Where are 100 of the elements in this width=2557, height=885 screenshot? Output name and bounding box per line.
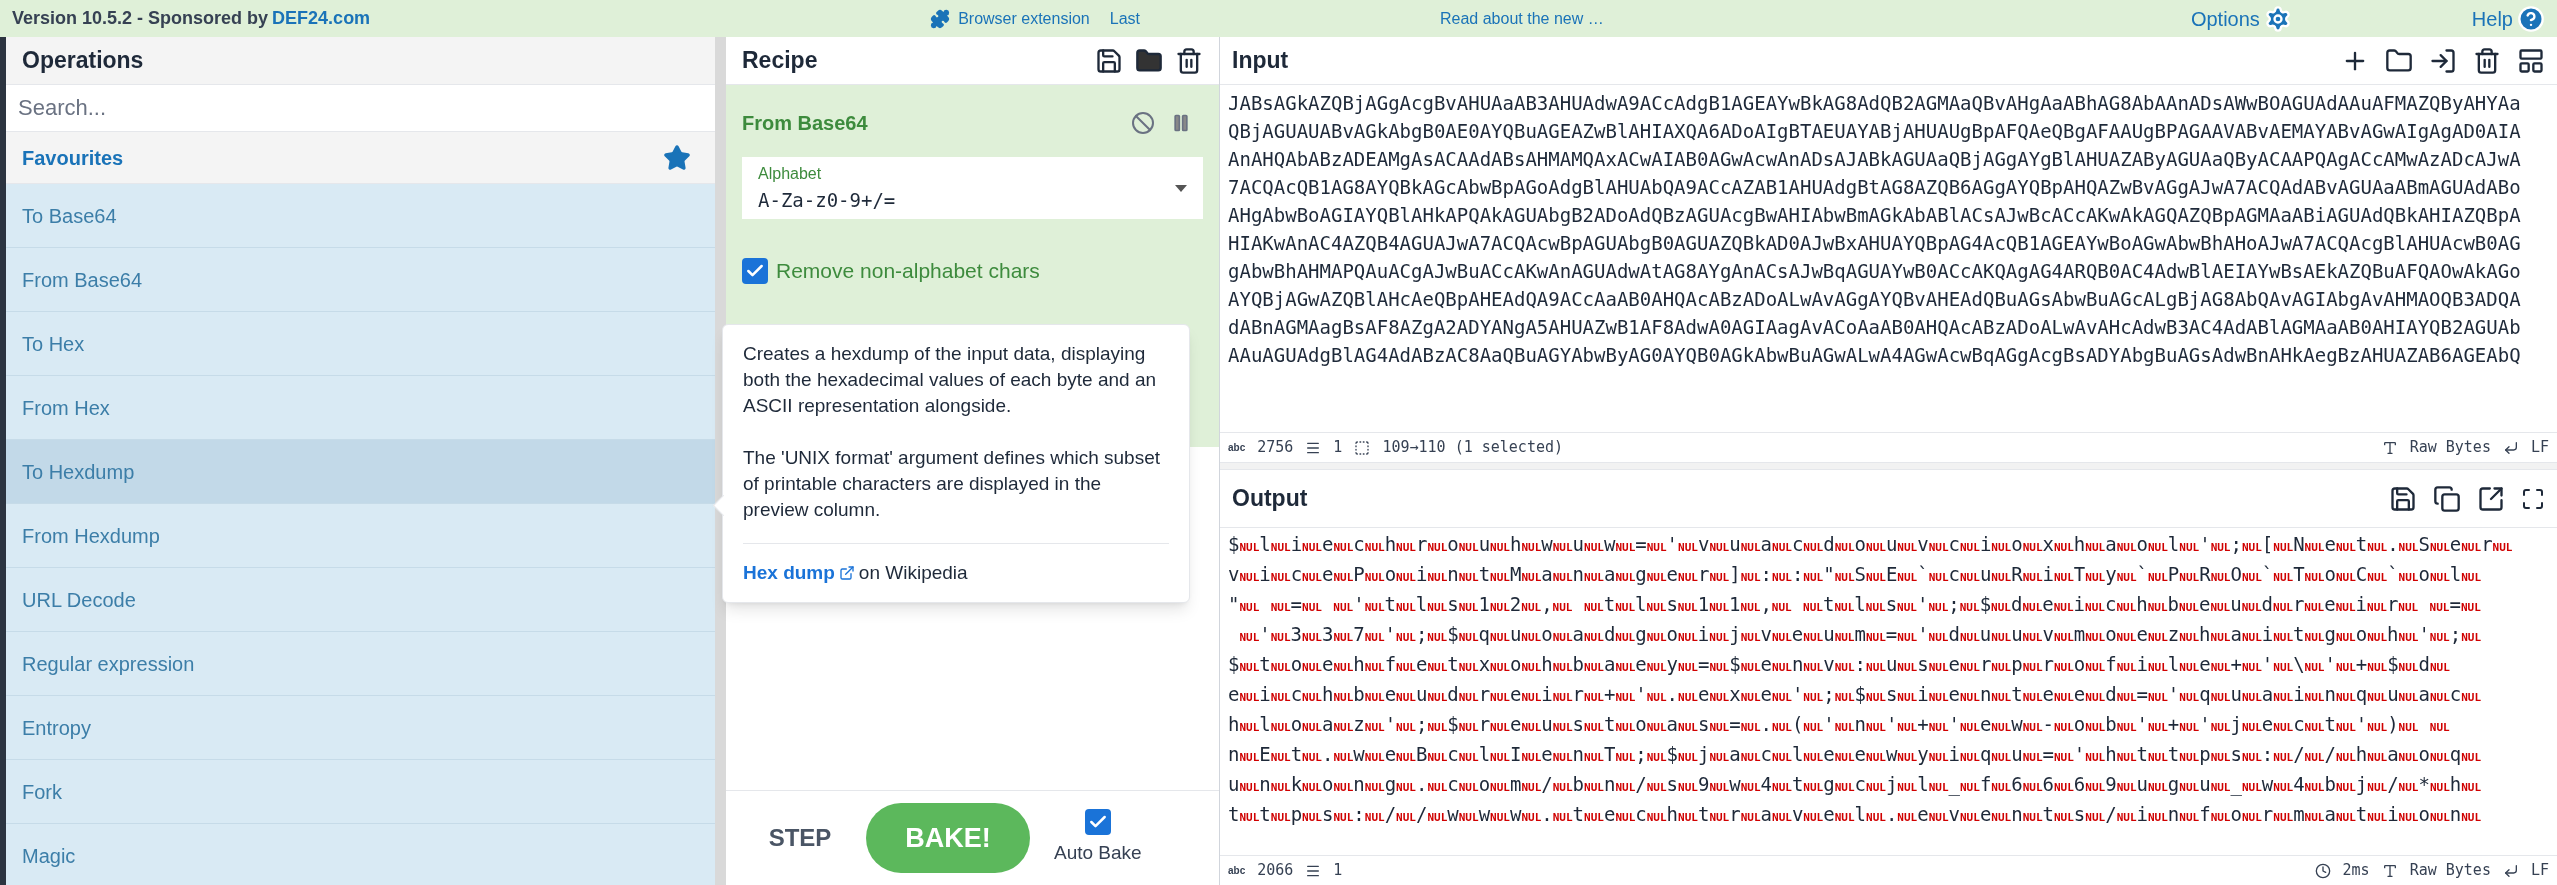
operation-item[interactable]: Regular expression [6,632,715,696]
operation-item[interactable]: Entropy [6,696,715,760]
text-format-icon[interactable] [2381,439,2398,456]
operation-item[interactable]: Fork [6,760,715,824]
null-marker: NUL [1960,541,1980,555]
output-char: t [1478,562,1491,586]
checkbox[interactable] [742,257,768,284]
bake-button[interactable]: BAKE! [866,803,1030,873]
output-char: h [2199,622,2211,646]
length-count: 2066 [1257,860,1294,882]
operation-item[interactable]: From Hex [6,376,715,440]
folder-icon[interactable] [1135,46,1163,75]
import-icon[interactable] [2429,46,2457,75]
null-marker: NUL [1991,721,2012,735]
return-icon[interactable] [2502,862,2519,879]
null-marker: NUL [1928,751,1949,764]
null-marker: NUL [1709,691,1730,705]
output-char: l [1635,592,1647,616]
trash-icon[interactable] [2473,46,2501,75]
output-char: ' [2355,712,2368,736]
step-button[interactable]: STEP [750,820,850,856]
null-marker: NUL [1646,781,1667,795]
output-char: z [2167,622,2180,646]
null-marker: NUL [1615,661,1636,675]
output-char: e [1823,742,1835,766]
null-marker: NUL [2429,571,2450,585]
encoding-label[interactable]: Raw Bytes [2409,436,2491,459]
output-char: c [1948,532,1960,556]
operation-item[interactable]: From Hexdump [6,504,715,568]
null-marker: NUL [1427,571,1448,585]
null-marker: NUL [1302,721,1322,735]
output-char: y [1917,742,1929,766]
operation-item[interactable]: From Base64 [6,248,715,312]
options-link[interactable]: Options [2190,3,2260,34]
null-marker: NUL [1396,631,1416,645]
notice-link[interactable]: Read about the new … [1440,6,1604,31]
output-char: c [1854,772,1866,796]
return-icon[interactable] [2502,439,2519,456]
null-marker: NUL [2147,571,2168,585]
output-char: r [2261,802,2274,826]
output-char: h [2105,742,2117,766]
operation-item[interactable]: To Hex [6,312,715,376]
null-marker: NUL [1772,661,1792,675]
null-marker: NUL [2304,781,2325,795]
output-char: x [2042,532,2054,556]
output-char: l [1478,742,1491,766]
null-marker: NUL [1490,811,1510,825]
null-marker: NUL [1959,631,1980,645]
maximize-icon[interactable] [2521,486,2545,511]
save-icon[interactable] [1095,46,1123,75]
star-icon[interactable] [663,143,691,172]
sponsor-link[interactable]: DEF24.com [272,5,371,32]
output-char: e [2199,652,2211,676]
null-marker: NUL [1740,691,1761,705]
null-marker: NUL [2273,541,2294,555]
operation-item[interactable]: Magic [6,824,715,885]
field-value: A-Za-z0-9+/= [758,187,897,213]
null-marker: NUL [1740,601,1761,615]
output-char: S [1854,562,1866,586]
folder-icon[interactable] [2385,46,2413,75]
null-marker: NUL [1615,691,1636,705]
output-char: f [1384,652,1397,676]
replace-input-icon[interactable] [2477,484,2505,513]
output-char: l [1259,532,1271,556]
external-link-icon[interactable] [838,565,855,581]
trash-icon[interactable] [1175,46,1203,75]
output-char: $ [1666,742,1679,766]
disable-icon[interactable] [1131,111,1155,135]
pause-icon[interactable] [1171,113,1191,133]
null-marker: NUL [2085,691,2106,705]
help-link[interactable]: Help [2471,3,2513,34]
checkbox[interactable] [1084,808,1111,835]
eol-label[interactable]: LF [2530,859,2549,882]
operation-item[interactable]: To Hexdump [6,440,715,504]
output-char: n [2011,802,2023,826]
null-marker: NUL [1364,811,1385,825]
output-char: 9 [2105,772,2117,796]
operation-item[interactable]: URL Decode [6,568,715,632]
null-marker: NUL [1803,601,1823,615]
encoding-label[interactable]: Raw Bytes [2409,859,2491,882]
alphabet-field[interactable]: Alphabet A-Za-z0-9+/= [742,157,1203,219]
operation-item[interactable]: To Base64 [6,184,715,248]
eol-label[interactable]: LF [2530,436,2549,459]
favourites-heading[interactable]: Favourites [22,142,124,173]
null-marker: NUL [1740,751,1761,765]
help-icon[interactable] [2517,4,2545,33]
output-char: : [1353,802,1365,826]
extension-link[interactable]: Browser extension [958,6,1090,31]
null-marker: NUL [1427,631,1448,645]
save-icon[interactable] [2389,484,2417,513]
copy-icon[interactable] [2433,484,2461,513]
layout-icon[interactable] [2517,46,2545,75]
wikipedia-link[interactable]: Hex dump [743,560,835,586]
null-marker: NUL [2367,661,2388,675]
settings-icon[interactable] [2263,4,2292,33]
null-marker: NUL [1865,631,1886,645]
search-field[interactable]: Search... [6,85,715,132]
text-format-icon[interactable] [2381,862,2398,879]
puzzle-icon[interactable] [930,8,951,29]
output-char: R [2011,562,2023,586]
